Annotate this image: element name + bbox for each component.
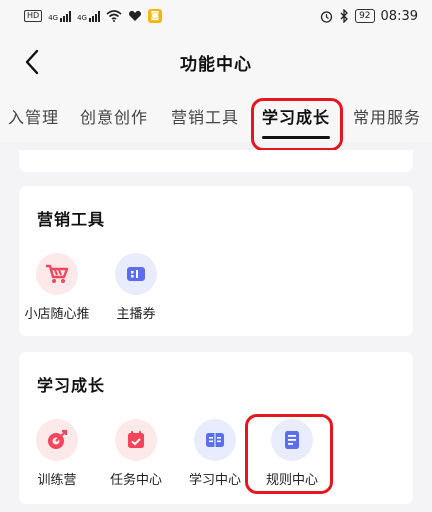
tool-icon-bg: [36, 253, 78, 295]
tool-icon-bg: [271, 419, 313, 461]
tool-icon-bg: [194, 419, 236, 461]
section-title-learning: 学习成长: [37, 376, 106, 395]
heart-icon: [128, 10, 142, 21]
page-title: 功能中心: [180, 55, 252, 75]
tab-management[interactable]: 入管理: [8, 104, 59, 128]
section-title-marketing: 营销工具: [37, 210, 106, 229]
hd-icon: HD: [24, 10, 43, 22]
tool-task-center[interactable]: 任务中心: [96, 419, 176, 488]
battery-icon: 92: [355, 9, 375, 23]
document-icon: [285, 431, 299, 449]
tab-common-services[interactable]: 常用服务: [353, 104, 421, 128]
tab-marketing-tools[interactable]: 营销工具: [171, 104, 239, 128]
tool-label: 训练营: [37, 473, 77, 488]
ticket-icon: [127, 267, 145, 281]
book-icon: [206, 433, 224, 447]
tool-icon-bg: [115, 253, 157, 295]
tool-label: 规则中心: [265, 473, 318, 488]
wifi-icon: [106, 10, 122, 22]
target-icon: [48, 429, 68, 449]
previous-section-card: [19, 150, 413, 172]
tab-bar: 入管理 创意创作 营销工具 学习成长 常用服务: [0, 92, 432, 142]
network-type-label-2: 4G: [77, 13, 87, 22]
tool-rules-center[interactable]: 规则中心: [252, 419, 332, 488]
tool-icon-bg: [36, 419, 78, 461]
signal-icon: 4G: [48, 10, 72, 22]
alarm-icon: [320, 10, 333, 23]
status-bar: HD 4G 4G ◙ 92 08:39: [0, 0, 432, 32]
marketing-tools-card: 营销工具 小店随心推 主播券: [19, 186, 413, 336]
tool-label: 学习中心: [188, 473, 241, 488]
tab-learning-growth[interactable]: 学习成长: [262, 104, 330, 128]
tool-training-camp[interactable]: 训练营: [17, 419, 97, 488]
tool-icon-bg: [115, 419, 157, 461]
tool-label: 任务中心: [109, 473, 162, 488]
tool-learning-center[interactable]: 学习中心: [175, 419, 255, 488]
calendar-icon: [128, 431, 144, 448]
app-notification-icon: ◙: [147, 9, 162, 23]
signal-icon-2: 4G: [77, 10, 100, 22]
screen: HD 4G 4G ◙ 92 08:39 功能中心 入管理 创意创作 营销工具 学…: [0, 0, 432, 512]
tool-label: 小店随心推: [24, 307, 90, 322]
active-tab-indicator: [262, 136, 330, 139]
status-bar-right: 92 08:39: [320, 9, 418, 24]
tab-creative[interactable]: 创意创作: [80, 104, 148, 128]
network-type-label: 4G: [48, 13, 59, 22]
clock-time: 08:39: [380, 8, 418, 24]
learning-growth-card: 学习成长 训练营 任务中心 学习中心 规则中心: [19, 352, 413, 504]
status-bar-left: HD 4G 4G ◙: [24, 9, 162, 23]
header-bar: 功能中心: [0, 32, 432, 92]
tool-anchor-coupon[interactable]: 主播券: [96, 253, 176, 322]
shopping-cart-icon: [46, 264, 69, 283]
tool-label: 主播券: [116, 307, 156, 322]
tool-xiaodian-suixintui[interactable]: 小店随心推: [17, 253, 97, 322]
bluetooth-icon: [340, 9, 348, 23]
